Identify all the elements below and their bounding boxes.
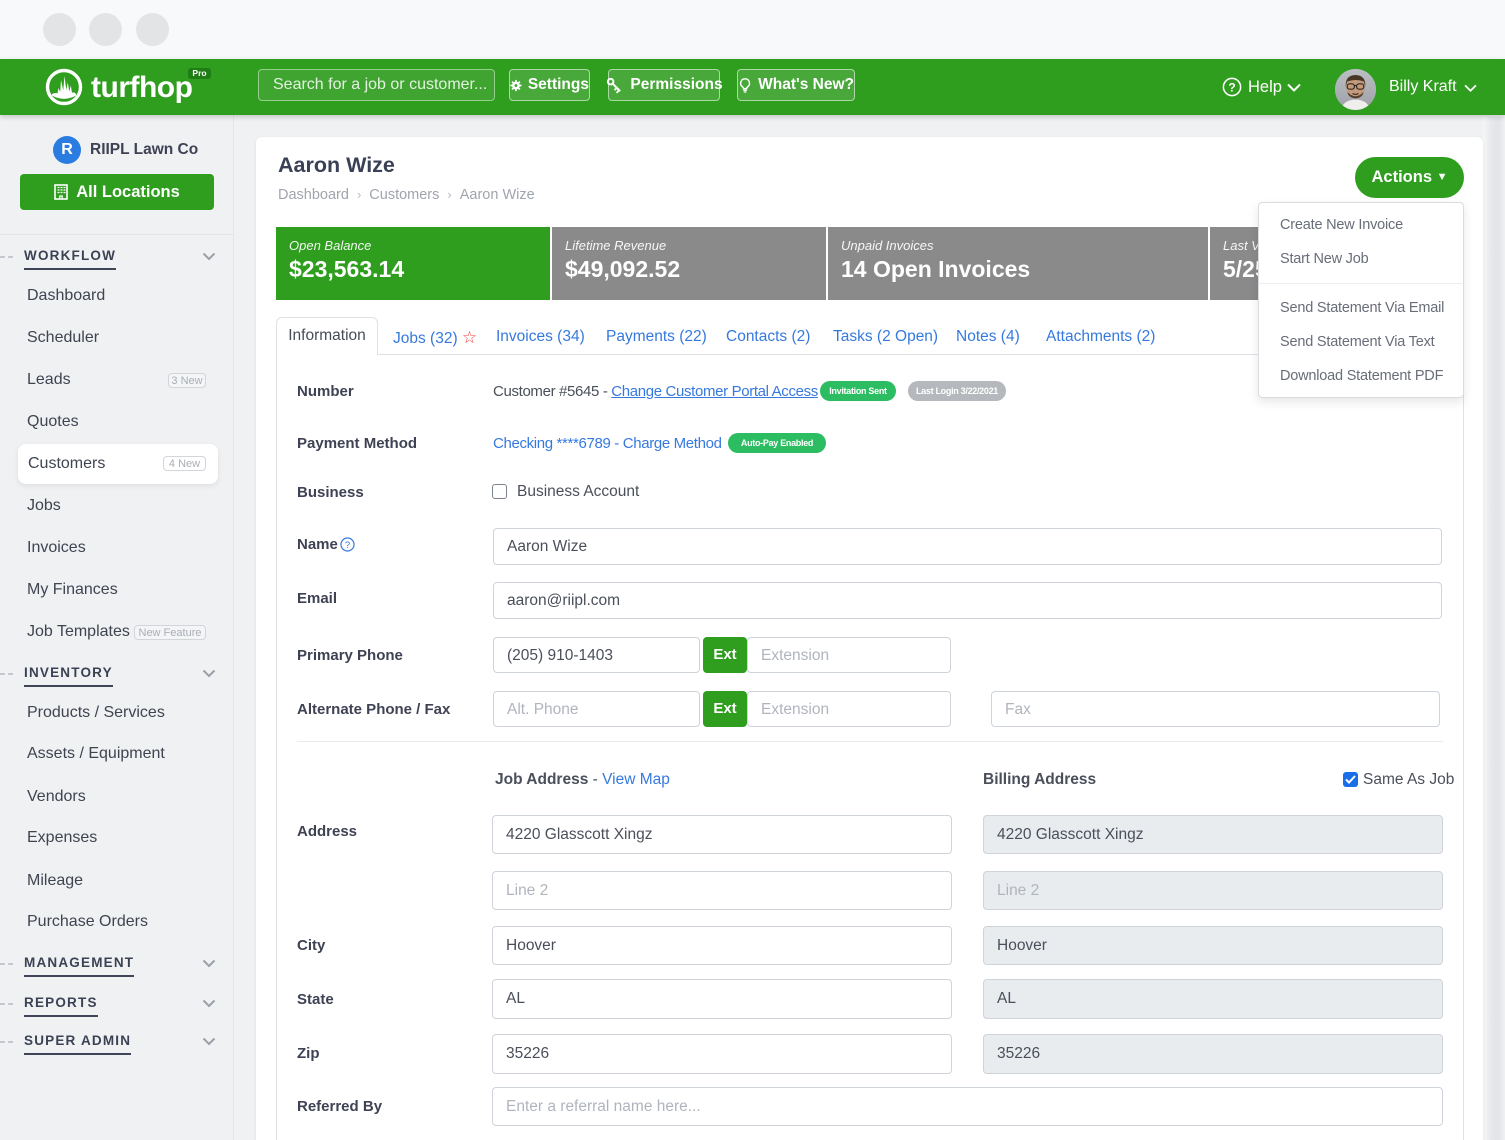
- svg-text:?: ?: [345, 540, 350, 551]
- svg-text:?: ?: [1228, 80, 1235, 94]
